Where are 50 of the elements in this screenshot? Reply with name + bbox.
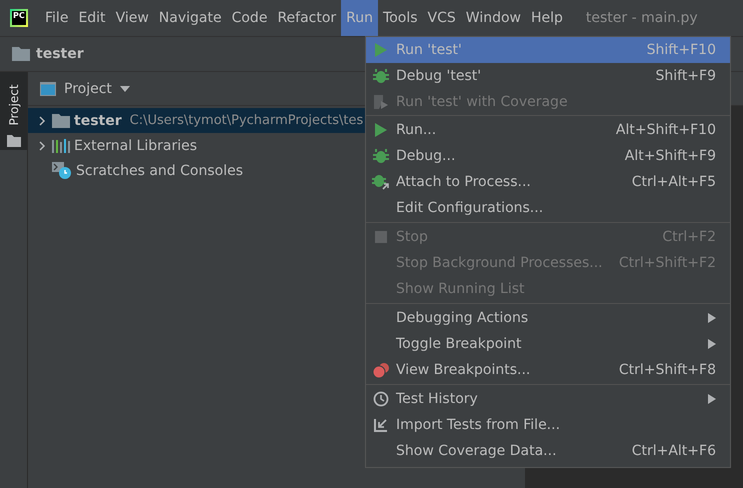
shield-play-icon — [372, 93, 390, 111]
menu-item[interactable]: Code — [226, 0, 272, 36]
menu-entry[interactable]: Import Tests from File... — [366, 412, 730, 438]
breakpoints-icon — [372, 362, 390, 378]
menu-entry[interactable]: Run... Alt+Shift+F10 — [366, 117, 730, 143]
menu-entry[interactable]: Debugging Actions — [366, 305, 730, 331]
menu-entry[interactable]: Debug 'test' Shift+F9 — [366, 63, 730, 89]
tree-label: External Libraries — [74, 138, 197, 154]
menu-entry[interactable]: Test History — [366, 386, 730, 412]
tree-label: tester — [74, 112, 122, 128]
play-icon — [374, 42, 388, 58]
side-tab[interactable]: Project — [0, 72, 27, 150]
menu-item[interactable]: Navigate — [154, 0, 227, 36]
breadcrumb-item[interactable]: tester — [36, 46, 84, 62]
play-icon — [374, 122, 388, 138]
menu-entry[interactable]: Show Coverage Data... Ctrl+Alt+F6 — [366, 438, 730, 464]
menu-item[interactable]: File — [40, 0, 74, 36]
bug-icon — [373, 68, 389, 84]
menu-entry[interactable]: Edit Configurations... — [366, 195, 730, 221]
tree-row[interactable]: tester C:\Users\tymot\PycharmProjects\tes — [28, 108, 366, 133]
menu-item[interactable]: Help — [526, 0, 568, 36]
window-icon — [40, 82, 56, 96]
app-logo: PC — [10, 9, 28, 27]
menu-entry[interactable]: Toggle Breakpoint — [366, 331, 730, 357]
tree-label: Scratches and Consoles — [76, 162, 243, 178]
console-clock-icon — [52, 162, 72, 180]
import-icon — [373, 417, 389, 433]
folder-icon — [6, 135, 20, 147]
bug-arrow-icon — [372, 173, 390, 191]
menu-item[interactable]: Refactor — [272, 0, 342, 36]
menu-entry[interactable]: Attach to Process... Ctrl+Alt+F5 — [366, 169, 730, 195]
menu-item[interactable]: Tools — [378, 0, 423, 36]
folder-icon — [12, 47, 30, 61]
panel-title[interactable]: Project — [64, 80, 112, 96]
stop-icon — [374, 230, 388, 244]
menu-item[interactable]: Edit — [73, 0, 111, 36]
window-title: tester - main.py — [586, 10, 698, 26]
tree-row[interactable]: External Libraries — [28, 133, 366, 158]
menu-item[interactable]: View — [110, 0, 154, 36]
menu-entry[interactable]: Debug... Alt+Shift+F9 — [366, 143, 730, 169]
tree-row[interactable]: Scratches and Consoles — [28, 158, 366, 183]
folder-icon — [52, 114, 70, 128]
menu-item[interactable]: VCS — [422, 0, 461, 36]
path-text: C:\Users\tymot\PycharmProjects\tes — [130, 113, 364, 128]
dropdown-caret-icon[interactable] — [120, 86, 130, 92]
menu-entry[interactable]: View Breakpoints... Ctrl+Shift+F8 — [366, 357, 730, 383]
library-icon — [52, 138, 70, 152]
menu-item[interactable]: Window — [460, 0, 526, 36]
clock-icon — [373, 391, 389, 407]
bug-icon — [373, 148, 389, 164]
